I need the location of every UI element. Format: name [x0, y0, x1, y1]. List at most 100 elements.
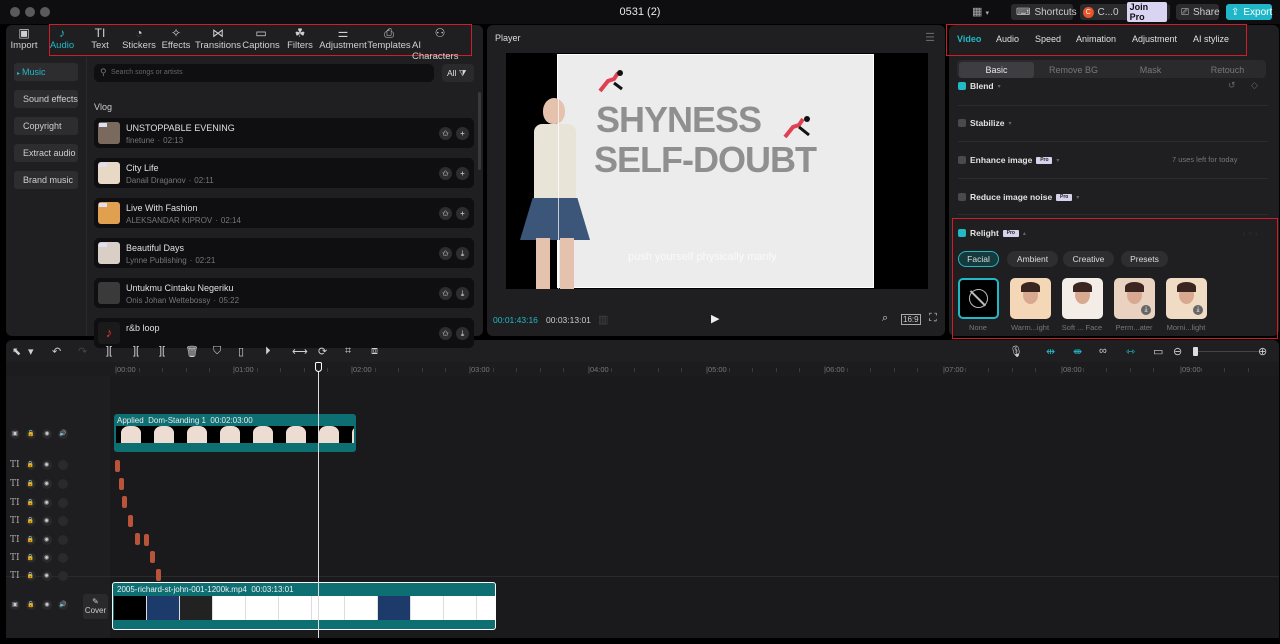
relight-preset[interactable]: ⤓ [1114, 278, 1155, 319]
sidebar-item-extract-audio[interactable]: Extract audio [14, 144, 78, 162]
lock-icon[interactable]: 🔒 [25, 516, 36, 526]
add-icon[interactable]: + [456, 207, 469, 220]
delete-icon[interactable]: 🗑 [185, 345, 199, 358]
eye-icon[interactable]: ◉ [41, 553, 52, 563]
playhead[interactable] [318, 363, 319, 638]
preview-axis-icon[interactable]: ⇿ [1126, 345, 1135, 358]
chevron-down-icon[interactable]: ▾ [1008, 120, 1011, 127]
fit-icon[interactable]: ▭ [1153, 345, 1163, 358]
text-clip[interactable] [156, 569, 161, 581]
lock-icon[interactable]: 🔒 [26, 429, 36, 439]
music-track[interactable]: Live With Fashion ALEKSANDAR KIPROV · 02:14… [94, 198, 474, 228]
join-pro-button[interactable]: Join Pro [1126, 2, 1167, 22]
zoom-slider-handle[interactable] [1193, 347, 1198, 356]
fullscreen-icon[interactable]: ⛶ [929, 312, 937, 325]
shield-icon[interactable]: ⛉ [213, 345, 221, 358]
sidebar-item-music[interactable]: ▸ Music [14, 63, 78, 81]
presenter-overlay[interactable] [516, 98, 601, 289]
chevron-down-icon[interactable]: ▾ [1076, 194, 1079, 201]
add-icon[interactable]: + [456, 127, 469, 140]
music-track[interactable]: ♪ r&b loop ✩ ⤓ [94, 318, 474, 348]
relight-row[interactable]: Relight Pro ▴ [958, 228, 1026, 238]
account-button[interactable]: C C...0 Join Pro [1080, 2, 1170, 22]
eye-icon[interactable]: ◉ [41, 571, 52, 581]
checkbox[interactable] [958, 156, 966, 164]
time-ruler[interactable] [6, 362, 1279, 376]
eye-icon[interactable]: ◉ [41, 535, 52, 545]
layout-icon[interactable]: ▦ ▾ [972, 5, 989, 18]
zoom-out-icon[interactable]: ⊖ [1173, 345, 1182, 358]
setting-blend[interactable]: Blend ▾ [958, 82, 1001, 90]
relight-preset[interactable] [958, 278, 999, 319]
music-track[interactable]: City Life Danail Draganov · 02:11 ✩ + [94, 158, 474, 188]
lock-icon[interactable]: 🔒 [25, 553, 36, 563]
music-scrollbar[interactable] [478, 92, 481, 170]
speaker-icon[interactable]: 🔊 [58, 429, 68, 439]
zoom-fit-icon[interactable]: ⌕ [882, 312, 888, 325]
redo-icon[interactable]: ↷ [78, 345, 87, 358]
setting-stabilize[interactable]: Stabilize ▾ [958, 118, 1012, 128]
freeze-icon[interactable]: ▯ [238, 345, 244, 358]
lock-icon[interactable]: 🔒 [25, 460, 36, 470]
checkbox[interactable] [958, 82, 966, 90]
rotate-icon[interactable]: ⟳ [318, 345, 327, 358]
music-track[interactable]: UNSTOPPABLE EVENING finetune · 02:13 ✩ + [94, 118, 474, 148]
microphone-icon[interactable]: 🎙 [1009, 345, 1023, 358]
checkbox[interactable] [958, 119, 966, 127]
tool-ai-characters[interactable]: ⚇ AI Characters [412, 26, 468, 62]
cover-button[interactable]: ✎ Cover [83, 594, 108, 619]
share-button[interactable]: ⎚ Share [1176, 4, 1220, 20]
tab-ai-stylize[interactable]: AI stylize [1193, 34, 1229, 44]
favorite-icon[interactable]: ✩ [439, 287, 452, 300]
add-icon[interactable]: + [456, 167, 469, 180]
setting-enhance-image[interactable]: Enhance image Pro ▾ [958, 155, 1059, 165]
link-icon[interactable]: ∞ [1099, 345, 1107, 357]
nav-arrows-icon[interactable]: ‹ ○ › [1243, 229, 1258, 238]
zoom-slider-track[interactable] [1195, 351, 1263, 352]
split-left-icon[interactable]: ][ [133, 345, 139, 357]
player-menu-icon[interactable]: ☰ [925, 31, 935, 44]
tool-templates[interactable]: ⎙ Templates [361, 26, 417, 52]
shortcuts-button[interactable]: ⌨ Shortcuts [1011, 4, 1077, 20]
subtab-mask[interactable]: Mask [1113, 62, 1188, 78]
download-icon[interactable]: ⤓ [456, 287, 469, 300]
download-icon[interactable]: ⤓ [456, 247, 469, 260]
tab-audio[interactable]: Audio [996, 34, 1019, 44]
text-clip[interactable] [122, 496, 127, 508]
tab-animation[interactable]: Animation [1076, 34, 1116, 44]
chevron-down-icon[interactable]: ▾ [998, 83, 1001, 90]
video-frame[interactable]: SHYNESS SELF-DOUBT push yourself physica… [557, 54, 874, 288]
chevron-down-icon[interactable]: ▾ [1056, 157, 1059, 164]
crop-icon[interactable]: ⌗ [345, 345, 351, 358]
play-reverse-icon[interactable]: ⏵ [265, 345, 271, 358]
eye-icon[interactable]: ◉ [42, 429, 52, 439]
lock-icon[interactable]: 🔒 [25, 571, 36, 581]
main-track-magnet-icon[interactable]: ⇹ [1046, 345, 1055, 358]
checkbox[interactable] [958, 193, 966, 201]
collapse-icon[interactable]: ▴ [1023, 230, 1026, 237]
download-icon[interactable]: ⤓ [1141, 305, 1151, 315]
sidebar-item-brand-music[interactable]: Brand music [14, 171, 78, 189]
tab-adjustment[interactable]: Adjustment [1132, 34, 1177, 44]
eye-icon[interactable]: ◉ [41, 498, 52, 508]
relight-preset[interactable] [1062, 278, 1103, 319]
undo-icon[interactable]: ↶ [52, 345, 61, 358]
category-facial[interactable]: Facial [958, 251, 999, 267]
mirror-icon[interactable]: ⟷ [292, 345, 308, 358]
subtab-basic[interactable]: Basic [959, 62, 1034, 78]
favorite-icon[interactable]: ✩ [439, 327, 452, 340]
text-clip[interactable] [150, 551, 155, 563]
zoom-in-icon[interactable]: ⊕ [1258, 345, 1267, 358]
lock-icon[interactable]: 🔒 [25, 535, 36, 545]
select-tool-icon[interactable]: ⬉ [12, 345, 21, 358]
category-ambient[interactable]: Ambient [1007, 251, 1058, 267]
relight-checkbox[interactable] [958, 229, 966, 237]
favorite-icon[interactable]: ✩ [439, 247, 452, 260]
download-icon[interactable]: ⤓ [1193, 305, 1203, 315]
eye-icon[interactable]: ◉ [41, 479, 52, 489]
relight-preset[interactable]: ⤓ [1166, 278, 1207, 319]
main-video-clip[interactable]: 2005-richard-st-john-001-1200k.mp4 00:03… [112, 582, 496, 630]
setting-reduce-image-noise[interactable]: Reduce image noise Pro ▾ [958, 192, 1079, 202]
lock-icon[interactable]: 🔒 [25, 479, 36, 489]
favorite-icon[interactable]: ✩ [439, 167, 452, 180]
